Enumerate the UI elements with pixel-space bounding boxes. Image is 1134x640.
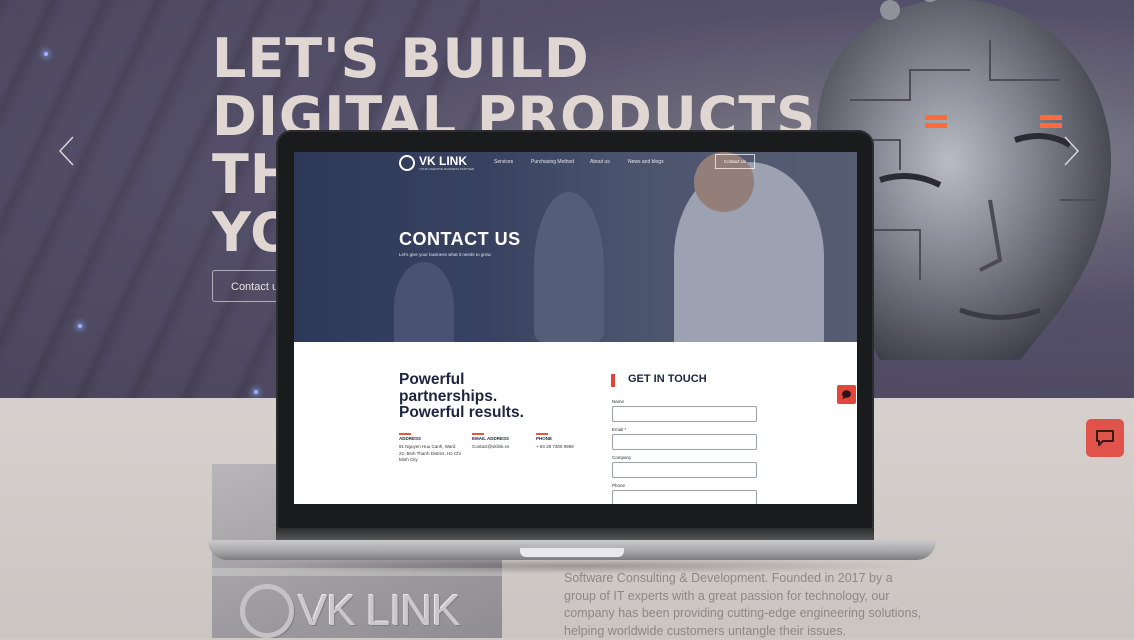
form-accent-bar (611, 374, 615, 387)
sign-sub-text: Your Creative... (300, 626, 383, 638)
contact-page-subtitle: Let's give your business what it needs t… (399, 252, 492, 257)
nav-services[interactable]: Services (494, 159, 513, 165)
chat-bubble-icon (1096, 430, 1114, 446)
address-value: 91 Nguyen Huu Canh, Ward 22, Binh Thanh … (399, 444, 461, 462)
chat-bubble-icon (842, 390, 851, 400)
chevron-right-icon[interactable] (1060, 135, 1082, 167)
site-logo-text: VK LINK (419, 154, 467, 168)
screen-chat-button[interactable] (837, 385, 856, 404)
laptop-screen: VK LINK YOUR CREATIVE BUSINESS PARTNER S… (294, 152, 857, 504)
contact-page-title: CONTACT US (399, 229, 521, 249)
nav-about-us[interactable]: About us (590, 159, 610, 165)
phone-value[interactable]: + 84 28 7300 9959 (536, 444, 574, 451)
address-accent-bar (399, 433, 411, 435)
sign-logo-icon (240, 584, 294, 638)
site-logo-tagline: YOUR CREATIVE BUSINESS PARTNER (419, 167, 475, 171)
email-value[interactable]: Contact@vklink.vn (472, 444, 509, 451)
headline-line: LET'S BUILD (212, 27, 590, 90)
phone-accent-bar (536, 433, 548, 435)
nav-purchasing-method[interactable]: Purchasing Method (531, 159, 574, 165)
laptop-shadow (230, 558, 920, 574)
hero-overlay (294, 152, 857, 342)
email-accent-bar (472, 433, 484, 435)
email-field-label: Email * (612, 427, 627, 432)
tagline-line: Powerful results. (399, 404, 524, 421)
star-decoration (254, 390, 258, 394)
about-paragraph: Software Consulting & Development. Found… (564, 571, 922, 638)
phone-field-label: Phone (612, 483, 626, 488)
name-field[interactable] (612, 406, 757, 422)
partnership-tagline: Powerful partnerships. Powerful results. (399, 371, 599, 422)
address-label: ADDRESS (399, 436, 422, 441)
company-label: Company (612, 455, 632, 460)
phone-field[interactable] (612, 490, 757, 504)
email-label: EMAIL ADDRESS (472, 436, 510, 441)
screen-hero: VK LINK YOUR CREATIVE BUSINESS PARTNER S… (294, 152, 857, 342)
phone-label: PHONE (536, 436, 553, 441)
name-label: Name (612, 399, 625, 404)
star-decoration (44, 52, 48, 56)
tagline-line: Powerful (399, 371, 465, 388)
company-field[interactable] (612, 462, 757, 478)
star-decoration (78, 324, 82, 328)
link-logo-icon (399, 155, 415, 171)
laptop-notch (520, 548, 624, 557)
chat-button[interactable] (1086, 419, 1124, 457)
tagline-line: partnerships. (399, 387, 498, 405)
get-in-touch-title: GET IN TOUCH (628, 373, 707, 385)
nav-news-blogs[interactable]: News and blogs (628, 159, 664, 165)
nav-contact-button[interactable]: Contact Us (715, 154, 755, 169)
email-field[interactable] (612, 434, 757, 450)
chevron-left-icon[interactable] (56, 135, 78, 167)
